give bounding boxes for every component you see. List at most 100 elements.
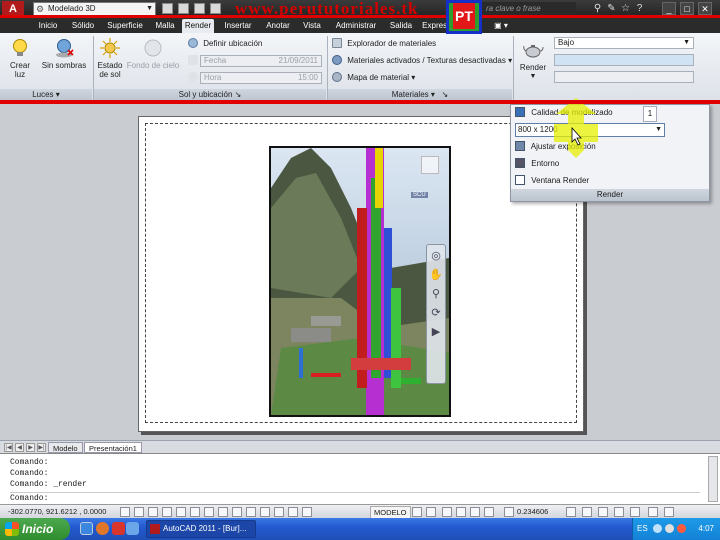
- tab-salida[interactable]: Salida: [386, 19, 416, 33]
- render-quality-dropdown[interactable]: Bajo ▼: [554, 37, 694, 49]
- viewport-scale-icon[interactable]: [504, 507, 514, 517]
- ventana-render-button[interactable]: Ventana Render: [515, 174, 589, 188]
- new-file-icon[interactable]: [162, 3, 173, 14]
- hora-slider[interactable]: Hora 15:00: [200, 72, 322, 84]
- sin-sombras-button[interactable]: Sin sombras: [40, 37, 88, 70]
- firefox-icon[interactable]: [96, 522, 109, 535]
- show-desktop-icon[interactable]: [80, 522, 93, 535]
- tab-malla[interactable]: Malla: [152, 19, 178, 33]
- first-layout-arrow[interactable]: |◀: [4, 443, 13, 452]
- tab-modelo[interactable]: Modelo: [48, 442, 83, 453]
- hardware-acceleration-icon[interactable]: [614, 507, 624, 517]
- steering-wheel-icon[interactable]: ◎: [429, 249, 443, 263]
- osnap-toggle[interactable]: [190, 507, 200, 517]
- command-prompt[interactable]: Comando:: [10, 492, 700, 503]
- mapa-material-button[interactable]: Mapa de material ▾: [332, 72, 415, 84]
- selection-cycling-toggle[interactable]: [302, 507, 312, 517]
- dyn-toggle[interactable]: [246, 507, 256, 517]
- transparency-toggle[interactable]: [274, 507, 284, 517]
- ucs-label[interactable]: SCU: [411, 192, 428, 198]
- zoom-icon[interactable]: ⚲: [429, 287, 443, 301]
- fondo-de-cielo-button[interactable]: Fondo de cielo: [126, 37, 180, 70]
- showmotion-icon[interactable]: ▶: [429, 325, 443, 339]
- tab-render[interactable]: Render: [182, 19, 214, 33]
- snap-toggle[interactable]: [134, 507, 144, 517]
- help-icon[interactable]: ?: [634, 3, 645, 14]
- calidad-value[interactable]: 1: [643, 106, 657, 122]
- layout-viewport[interactable]: SCU ◎ ✋ ⚲ ⟳ ▶: [269, 146, 451, 417]
- infer-constraints-toggle[interactable]: [120, 507, 130, 517]
- maximize-button[interactable]: □: [680, 2, 694, 15]
- ribbon-options-icon[interactable]: ▣ ▾: [490, 19, 512, 33]
- start-button[interactable]: Inicio: [0, 518, 70, 540]
- fecha-slider[interactable]: Fecha 21/09/2011: [200, 55, 322, 67]
- quick-properties-toggle[interactable]: [288, 507, 298, 517]
- undo-icon[interactable]: [210, 3, 221, 14]
- 3d-osnap-toggle[interactable]: [204, 507, 214, 517]
- language-indicator[interactable]: ES: [637, 518, 648, 540]
- definir-ubicacion-button[interactable]: Definir ubicación: [188, 38, 262, 50]
- zoom-icon[interactable]: [456, 507, 466, 517]
- taskbar-item-autocad[interactable]: AutoCAD 2011 - [Bur]...: [146, 520, 256, 538]
- ducs-toggle[interactable]: [232, 507, 242, 517]
- minimize-button[interactable]: _: [662, 2, 676, 15]
- help-search-input[interactable]: ra clave o frase: [482, 2, 576, 16]
- tab-presentacion1[interactable]: Presentación1: [84, 442, 142, 453]
- isolate-objects-icon[interactable]: [630, 507, 640, 517]
- annotation-scale-icon[interactable]: [566, 507, 576, 517]
- orbit-icon[interactable]: ⟳: [429, 306, 443, 320]
- explorador-materiales-button[interactable]: Explorador de materiales: [332, 38, 436, 50]
- network-icon[interactable]: [665, 524, 674, 533]
- polar-toggle[interactable]: [176, 507, 186, 517]
- estado-de-sol-button[interactable]: Estado de sol: [96, 37, 124, 79]
- workspace-dropdown[interactable]: ⚙ Modelado 3D ▼: [33, 2, 156, 16]
- render-output-field[interactable]: [554, 71, 694, 83]
- render-region-field[interactable]: [554, 54, 694, 66]
- clock[interactable]: 4:07: [698, 518, 714, 540]
- pan-hand-icon[interactable]: ✋: [429, 268, 443, 282]
- command-line[interactable]: Comando: Comando: Comando: _render Coman…: [0, 453, 720, 504]
- status-bar-menu-icon[interactable]: [648, 507, 658, 517]
- showmotion-icon[interactable]: [484, 507, 494, 517]
- ortho-toggle[interactable]: [162, 507, 172, 517]
- last-layout-arrow[interactable]: ▶|: [37, 443, 46, 452]
- crear-luz-button[interactable]: Crear luz: [6, 37, 34, 79]
- tab-administrar[interactable]: Administrar: [332, 19, 380, 33]
- workspace-switch-icon[interactable]: [582, 507, 592, 517]
- tab-solido[interactable]: Sólido: [68, 19, 98, 33]
- render-button[interactable]: Render ▼: [518, 39, 548, 81]
- security-icon[interactable]: [677, 524, 686, 533]
- open-file-icon[interactable]: [178, 3, 189, 14]
- command-scrollbar[interactable]: [708, 456, 718, 502]
- quick-view-drawings-icon[interactable]: [426, 507, 436, 517]
- tab-anotar[interactable]: Anotar: [262, 19, 294, 33]
- tools-icon[interactable]: ✎: [606, 3, 617, 14]
- save-icon[interactable]: [194, 3, 205, 14]
- tab-superficie[interactable]: Superficie: [104, 19, 146, 33]
- render-panel-title[interactable]: Render: [511, 189, 709, 201]
- viewport-scale-value[interactable]: 0.234606: [517, 505, 548, 519]
- quick-view-layouts-icon[interactable]: [412, 507, 422, 517]
- media-icon[interactable]: [112, 522, 125, 535]
- star-icon[interactable]: ☆: [620, 3, 631, 14]
- help-tray-icon[interactable]: [653, 524, 662, 533]
- steering-wheel-icon[interactable]: [470, 507, 480, 517]
- tab-vista[interactable]: Vista: [300, 19, 324, 33]
- tab-inicio[interactable]: Inicio: [34, 19, 62, 33]
- binoculars-icon[interactable]: ⚲: [592, 3, 603, 14]
- entorno-button[interactable]: Entorno: [515, 157, 559, 171]
- lock-icon[interactable]: [598, 507, 608, 517]
- clean-screen-icon[interactable]: [664, 507, 674, 517]
- red-guide-line: [0, 100, 720, 104]
- prev-layout-arrow[interactable]: ◀: [15, 443, 24, 452]
- pan-icon[interactable]: [442, 507, 452, 517]
- close-button[interactable]: ✕: [698, 2, 712, 15]
- otrack-toggle[interactable]: [218, 507, 228, 517]
- lineweight-toggle[interactable]: [260, 507, 270, 517]
- tab-insertar[interactable]: Insertar: [220, 19, 256, 33]
- materiales-activados-button[interactable]: Materiales activados / Texturas desactiv…: [332, 55, 512, 67]
- view-cube[interactable]: [421, 156, 439, 174]
- grid-toggle[interactable]: [148, 507, 158, 517]
- quicklaunch-icon[interactable]: [126, 522, 139, 535]
- next-layout-arrow[interactable]: ▶: [26, 443, 35, 452]
